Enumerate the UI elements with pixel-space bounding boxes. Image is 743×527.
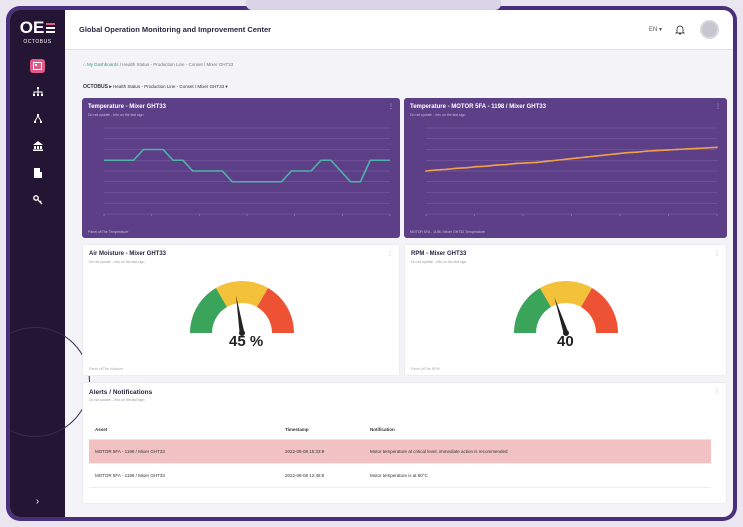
card-title: RPM - Mixer GHT33 [411, 251, 467, 257]
breadcrumb: ⌂ My Dashboards / Health Status - Produc… [83, 62, 233, 67]
language-select[interactable]: EN ▾ [649, 26, 662, 33]
more-icon[interactable]: ⋮ [714, 250, 720, 257]
card-subtitle: Do not update - Info on the last sign [89, 260, 145, 264]
temperature-mixer-chart [103, 127, 391, 216]
data-point [525, 162, 528, 164]
device-notch [246, 0, 501, 10]
sidebar-nav [30, 59, 46, 208]
table-row[interactable]: MOTOR 5FA - 1198 / Mixer GHT33 2022-08-0… [89, 463, 711, 488]
data-point [515, 162, 518, 165]
sidebar-expand-button[interactable]: › [10, 496, 65, 507]
data-point [706, 146, 708, 149]
cell-timestamp: 2022-08-08 12:48:9 [279, 463, 364, 488]
avatar[interactable] [700, 20, 719, 39]
data-point [595, 155, 598, 157]
data-point [455, 167, 458, 170]
card-subtitle: Do not update - Info on the last sign [411, 260, 467, 264]
asset-selector[interactable]: OCTOBUS ▸ Health Status - Production Lin… [83, 84, 228, 90]
app-screen: OE OCTOBUS › Global Operation Monitoring… [10, 10, 733, 517]
data-point [435, 169, 437, 171]
card-footer: Panel of/The Moisture [89, 367, 124, 371]
data-point [465, 166, 468, 169]
sidebar: OE OCTOBUS › [10, 10, 90, 517]
temperature-mixer-card: Temperature - Mixer GHT33 Do not update … [82, 98, 400, 238]
data-point [655, 149, 658, 152]
cell-asset: MOTOR 5FA - 1198 / Mixer GHT33 [89, 439, 279, 464]
data-point [505, 163, 508, 166]
logo-text: OE [19, 18, 45, 37]
data-point [625, 151, 628, 154]
card-footer: Panel of/The Temperature [88, 230, 129, 234]
data-point [445, 168, 447, 171]
series-line [104, 148, 390, 183]
alerts-title: Alerts / Notifications [89, 389, 153, 396]
data-point [555, 159, 558, 162]
card-footer: MOTOR 5FA - 1198 / Mixer GHT33 Temperatu… [410, 230, 485, 234]
page-title: Global Operation Monitoring and Improvem… [79, 25, 272, 34]
data-point [685, 148, 688, 150]
logo-bars [46, 21, 56, 35]
data-point [535, 161, 538, 164]
more-icon[interactable]: ⋮ [387, 250, 393, 257]
data-point [425, 170, 427, 172]
cell-notification: Motor temperature is at 60°C [364, 463, 711, 488]
data-point [716, 146, 718, 149]
column-header-notification[interactable]: Notification [364, 421, 711, 440]
data-point [495, 164, 498, 166]
cell-asset: MOTOR 5FA - 1198 / Mixer GHT33 [89, 463, 279, 488]
data-point [545, 160, 548, 163]
bell-icon[interactable] [674, 24, 686, 36]
device-frame: OE OCTOBUS › Global Operation Monitoring… [6, 0, 737, 521]
data-point [585, 156, 588, 158]
series-line [425, 146, 718, 172]
column-header-asset[interactable]: Asset [89, 421, 279, 440]
column-header-timestamp[interactable]: Timestamp [279, 421, 364, 440]
rpm-card: RPM - Mixer GHT33 Do not update - Info o… [404, 244, 727, 376]
table-row-critical[interactable]: MOTOR 5FA - 1198 / Mixer GHT33 2022-08-0… [89, 439, 711, 464]
data-point [665, 149, 668, 151]
key-icon[interactable] [30, 192, 46, 208]
data-point [675, 148, 678, 151]
data-point [475, 165, 478, 168]
report-icon[interactable] [30, 165, 46, 181]
rpm-value: 40 [557, 333, 574, 350]
air-moisture-card: Air Moisture - Mixer GHT33 Do not update… [82, 244, 400, 376]
cell-notification: Motor temperature at critical level, imm… [364, 439, 711, 464]
logo-subtitle: OCTOBUS [23, 39, 52, 45]
hierarchy-icon[interactable] [30, 84, 46, 100]
cell-timestamp: 2022-08-08 15:33:9 [279, 439, 364, 464]
moisture-value: 45 % [229, 333, 264, 350]
main-content: Global Operation Monitoring and Improvem… [65, 10, 733, 517]
app-logo[interactable]: OE [19, 18, 56, 37]
temperature-motor-card: Temperature - MOTOR 5FA - 1198 / Mixer G… [404, 98, 727, 238]
data-point [696, 147, 698, 150]
top-header: Global Operation Monitoring and Improvem… [65, 10, 733, 50]
data-point [605, 153, 608, 156]
alerts-card: Alerts / Notifications Do not update - I… [82, 382, 727, 504]
data-point [615, 152, 618, 155]
selector-path: Health Status - Production Line - Conset… [113, 84, 228, 89]
alerts-table: Asset Timestamp Notification MOTOR 5FA -… [89, 421, 711, 488]
more-icon[interactable]: ⋮ [714, 388, 720, 395]
network-icon[interactable] [30, 111, 46, 127]
alerts-subtitle: Do not update - Info on the last sign [89, 398, 145, 402]
dashboard-icon[interactable] [30, 59, 45, 73]
data-point [565, 158, 568, 161]
breadcrumb-path: / Health Status - Production Line - Cons… [119, 62, 234, 67]
data-point [635, 151, 638, 154]
breadcrumb-home-link[interactable]: ⌂ My Dashboards [83, 62, 118, 67]
card-footer: Panel of/The RPM [411, 367, 440, 371]
data-point [645, 150, 648, 153]
temperature-motor-chart [425, 127, 718, 216]
data-point [485, 165, 488, 168]
selector-brand: OCTOBUS ▸ [83, 84, 112, 90]
data-point [575, 157, 578, 159]
table-header-row: Asset Timestamp Notification [89, 421, 711, 440]
building-icon[interactable] [30, 138, 46, 154]
card-title: Air Moisture - Mixer GHT33 [89, 251, 167, 257]
